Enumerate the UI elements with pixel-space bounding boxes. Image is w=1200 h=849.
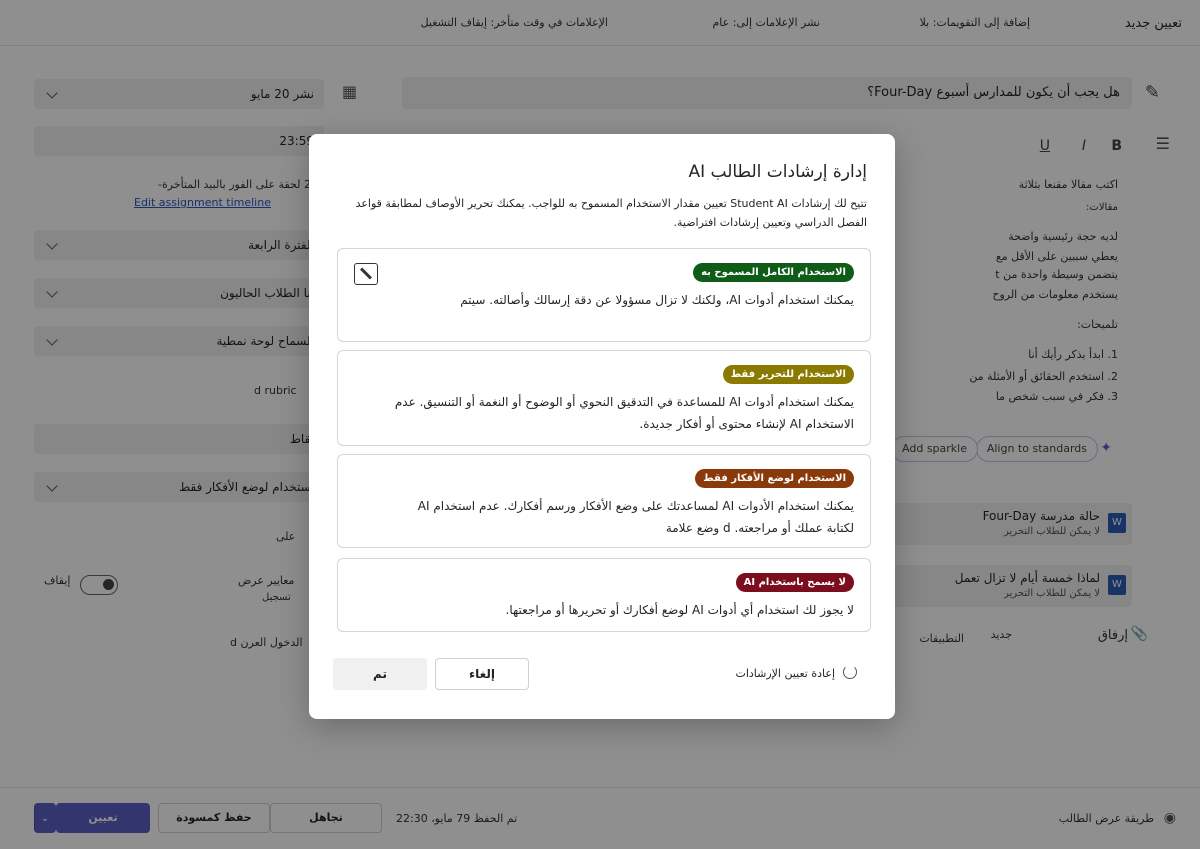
option-description: لا يجوز لك استخدام أي أدوات AI لوضع أفكا… — [505, 603, 854, 617]
done-button[interactable]: تم — [333, 658, 427, 690]
cancel-button[interactable]: إلغاء — [435, 658, 529, 690]
reset-guidelines-button[interactable]: إعادة تعيين الإرشادات — [735, 667, 835, 680]
status-badge: الاستخدام لوضع الأفكار فقط — [695, 469, 854, 488]
ai-option-ideas-only[interactable]: الاستخدام لوضع الأفكار فقط يمكنك استخدام… — [337, 454, 871, 548]
dialog-description: تتيح لك إرشادات Student AI تعيين مقدار ا… — [355, 197, 867, 229]
ai-option-not-allowed[interactable]: لا يسمح باستخدام AI لا يجوز لك استخدام أ… — [337, 558, 871, 632]
dialog-title: إدارة إرشادات الطالب AI — [688, 162, 867, 182]
ai-guidelines-dialog: إدارة إرشادات الطالب AI تتيح لك إرشادات … — [309, 134, 895, 719]
status-badge: لا يسمح باستخدام AI — [735, 573, 854, 592]
option-description: يمكنك استخدام الأدوات AI لمساعدتك على وض… — [417, 499, 854, 535]
ai-option-editing-only[interactable]: الاستخدام للتحرير فقط يمكنك استخدام أدوا… — [337, 350, 871, 446]
reset-icon — [843, 665, 857, 679]
ai-option-full-use[interactable]: الاستخدام الكامل المسموح به يمكنك استخدا… — [337, 248, 871, 342]
status-badge: الاستخدام الكامل المسموح به — [693, 263, 854, 282]
option-description: يمكنك استخدام أدوات AI للمساعدة في التدق… — [394, 395, 854, 431]
status-badge: الاستخدام للتحرير فقط — [722, 365, 854, 384]
edit-icon[interactable] — [354, 263, 378, 285]
option-description: يمكنك استخدام أدوات AI، ولكنك لا تزال مس… — [460, 293, 854, 307]
